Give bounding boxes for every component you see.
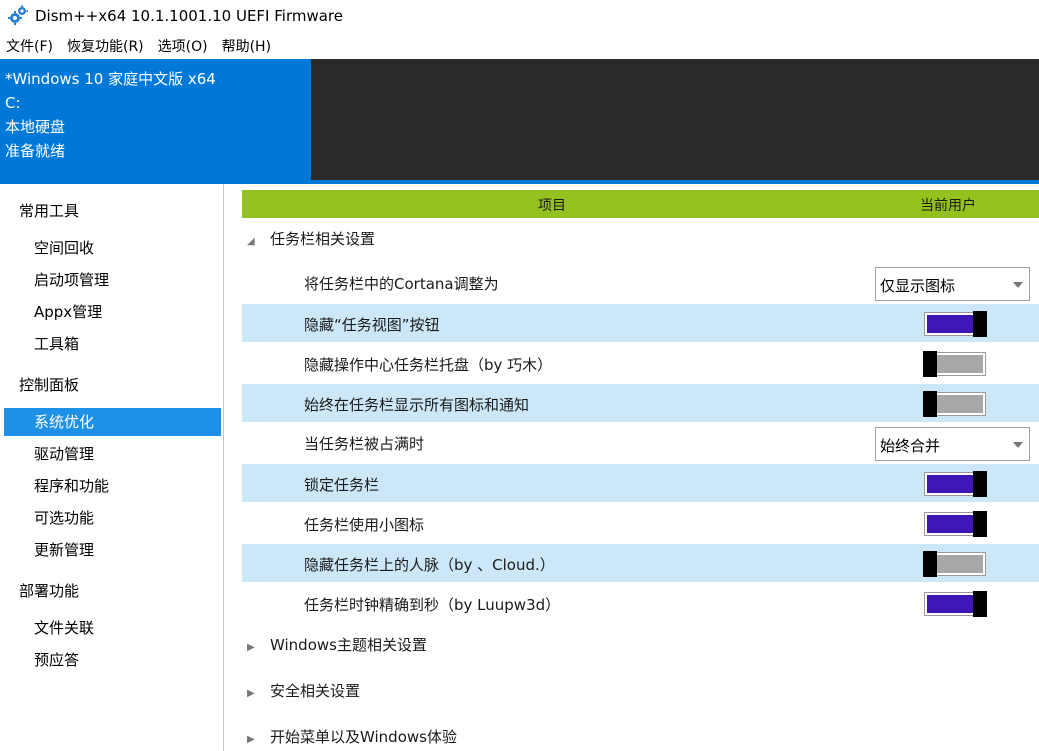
sidebar-item-programs[interactable]: 程序和功能	[4, 472, 221, 500]
setting-row: 隐藏任务栏上的人脉（by 、Cloud.）	[242, 544, 1039, 582]
title-bar: Dism++x64 10.1.1001.10 UEFI Firmware	[0, 0, 1039, 32]
sidebar-item-system-optimize[interactable]: 系统优化	[4, 408, 221, 436]
setting-row: 始终在任务栏显示所有图标和通知	[242, 384, 1039, 422]
image-tile[interactable]: *Windows 10 家庭中文版 x64 C: 本地硬盘 准备就绪	[0, 59, 311, 180]
sidebar-item-file-association[interactable]: 文件关联	[4, 614, 221, 642]
image-disk-type: 本地硬盘	[5, 118, 66, 136]
menu-bar: 文件(F) 恢复功能(R) 选项(O) 帮助(H)	[0, 34, 279, 58]
setting-row: 将任务栏中的Cortana调整为 仅显示图标	[242, 263, 1039, 301]
sidebar-item-answer-file[interactable]: 预应答	[4, 646, 221, 674]
section-security[interactable]: ▶ 安全相关设置	[242, 677, 1039, 705]
sidebar-item-appx[interactable]: Appx管理	[4, 298, 221, 326]
setting-row: 任务栏时钟精确到秒（by Luupw3d）	[242, 584, 1039, 622]
window-title: Dism++x64 10.1.1001.10 UEFI Firmware	[35, 7, 343, 25]
setting-row: 锁定任务栏	[242, 464, 1039, 502]
collapsed-triangle-icon: ▶	[247, 688, 255, 699]
image-header: *Windows 10 家庭中文版 x64 C: 本地硬盘 准备就绪	[0, 59, 1039, 184]
sidebar-item-toolbox[interactable]: 工具箱	[4, 330, 221, 358]
menu-file[interactable]: 文件(F)	[6, 36, 53, 56]
setting-row: 任务栏使用小图标	[242, 504, 1039, 542]
image-drive: C:	[5, 94, 21, 112]
collapsed-triangle-icon: ▶	[247, 734, 255, 745]
taskbar-full-select[interactable]: 始终合并	[875, 427, 1030, 461]
sidebar-item-optional-features[interactable]: 可选功能	[4, 504, 221, 532]
chevron-down-icon	[1013, 282, 1023, 288]
section-windows-theme[interactable]: ▶ Windows主题相关设置	[242, 631, 1039, 659]
section-taskbar[interactable]: ◢ 任务栏相关设置	[242, 225, 1039, 253]
toggle-switch[interactable]	[924, 471, 987, 497]
gears-icon	[7, 5, 29, 27]
sidebar-item-startup[interactable]: 启动项管理	[4, 266, 221, 294]
cortana-mode-select[interactable]: 仅显示图标	[875, 267, 1030, 301]
toggle-switch[interactable]	[924, 591, 987, 617]
toggle-switch[interactable]	[924, 511, 987, 537]
toggle-switch[interactable]	[924, 311, 987, 337]
expanded-triangle-icon: ◢	[247, 236, 255, 247]
sidebar-group-deployment: 部署功能	[19, 582, 80, 600]
setting-row: 当任务栏被占满时 始终合并	[242, 423, 1039, 461]
sidebar-item-updates[interactable]: 更新管理	[4, 536, 221, 564]
setting-row: 隐藏操作中心任务栏托盘（by 巧木）	[242, 344, 1039, 382]
toggle-switch[interactable]	[923, 391, 986, 417]
sidebar: 常用工具 空间回收 启动项管理 Appx管理 工具箱 控制面板 系统优化 驱动管…	[0, 184, 224, 751]
setting-row: 隐藏“任务视图”按钮	[242, 304, 1039, 342]
sidebar-item-drivers[interactable]: 驱动管理	[4, 440, 221, 468]
image-status: 准备就绪	[5, 142, 66, 160]
image-os-name: *Windows 10 家庭中文版 x64	[5, 70, 216, 88]
section-start-menu[interactable]: ▶ 开始菜单以及Windows体验	[242, 723, 1039, 751]
settings-panel: 项目 当前用户 ◢ 任务栏相关设置 将任务栏中的Cortana调整为 仅显示图标 …	[242, 190, 1039, 751]
column-header: 项目 当前用户	[242, 190, 1039, 218]
menu-options[interactable]: 选项(O)	[158, 36, 208, 56]
toggle-switch[interactable]	[923, 351, 986, 377]
menu-restore[interactable]: 恢复功能(R)	[67, 36, 144, 56]
menu-help[interactable]: 帮助(H)	[222, 36, 271, 56]
sidebar-group-common-tools: 常用工具	[19, 202, 80, 220]
column-item[interactable]: 项目	[538, 195, 566, 215]
sidebar-item-space-recovery[interactable]: 空间回收	[4, 234, 221, 262]
column-current-user[interactable]: 当前用户	[920, 195, 976, 215]
sidebar-group-control-panel: 控制面板	[19, 376, 80, 394]
chevron-down-icon	[1013, 442, 1023, 448]
collapsed-triangle-icon: ▶	[247, 642, 255, 653]
toggle-switch[interactable]	[923, 551, 986, 577]
